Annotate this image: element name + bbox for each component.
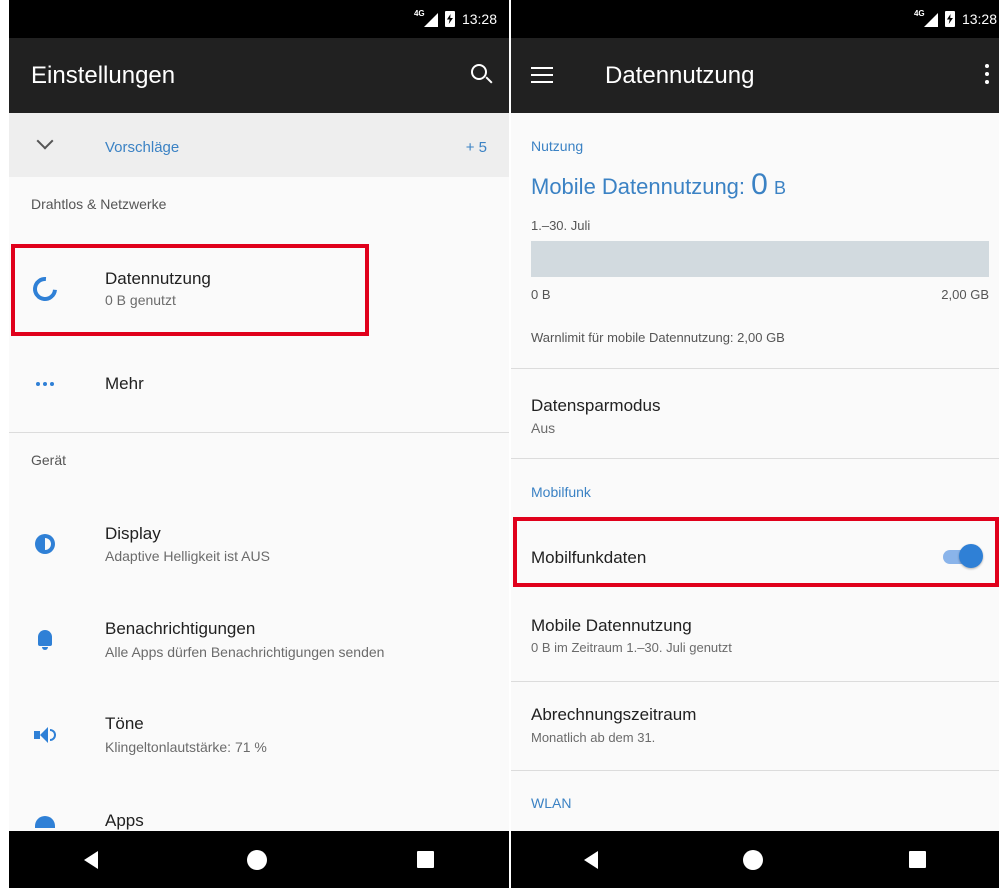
settings-item-apps[interactable]: Apps bbox=[9, 796, 509, 832]
battery-icon bbox=[944, 11, 955, 27]
section-usage: Nutzung bbox=[531, 138, 584, 154]
page-title: Einstellungen bbox=[31, 61, 176, 89]
divider bbox=[9, 432, 509, 433]
overflow-menu-icon[interactable] bbox=[985, 64, 989, 84]
data-usage-screen: 4G 13:28 Datennutzung Nutzung Mobile Dat… bbox=[511, 0, 999, 888]
chevron-down-icon bbox=[36, 132, 54, 150]
settings-item-sounds[interactable]: Töne Klingeltonlautstärke: 71 % bbox=[9, 698, 509, 788]
recents-icon[interactable] bbox=[909, 851, 927, 868]
home-icon[interactable] bbox=[743, 849, 764, 870]
mobile-usage-item[interactable]: Mobile Datennutzung 0 B im Zeitraum 1.–3… bbox=[511, 596, 999, 680]
highlight-box bbox=[513, 517, 999, 587]
settings-screen: 4G 13:28 Einstellungen Vorschläge + 5 Dr… bbox=[9, 0, 509, 888]
suggestions-row[interactable]: Vorschläge + 5 bbox=[9, 113, 509, 177]
search-icon[interactable] bbox=[471, 64, 487, 80]
navigation-bar bbox=[9, 831, 509, 888]
settings-item-notifications[interactable]: Benachrichtigungen Alle Apps dürfen Bena… bbox=[9, 602, 509, 692]
usage-bar-max: 2,00 GB bbox=[941, 287, 989, 302]
signal-icon: 4G bbox=[914, 9, 938, 29]
item-subtitle: Adaptive Helligkeit ist AUS bbox=[105, 548, 270, 564]
back-icon[interactable] bbox=[83, 850, 98, 869]
home-icon[interactable] bbox=[247, 849, 268, 870]
usage-warning: Warnlimit für mobile Datennutzung: 2,00 … bbox=[531, 330, 785, 345]
settings-item-more[interactable]: Mehr bbox=[9, 352, 509, 430]
item-subtitle: Monatlich ab dem 31. bbox=[531, 730, 656, 745]
display-icon bbox=[31, 530, 59, 558]
android-icon bbox=[31, 804, 59, 832]
section-wireless: Drahtlos & Netzwerke bbox=[31, 196, 167, 212]
section-wlan: WLAN bbox=[531, 795, 572, 811]
usage-bar-min: 0 B bbox=[531, 287, 551, 302]
speaker-icon bbox=[31, 721, 59, 749]
item-title: Töne bbox=[105, 714, 144, 733]
item-title: Abrechnungszeitraum bbox=[531, 705, 697, 724]
data-saver-item[interactable]: Datensparmodus Aus bbox=[511, 370, 999, 458]
page-title: Datennutzung bbox=[605, 61, 755, 89]
item-title: Display bbox=[105, 524, 161, 543]
navigation-bar bbox=[511, 831, 999, 888]
usage-bar bbox=[531, 241, 989, 277]
usage-amount: 0 bbox=[751, 168, 768, 201]
usage-summary: Mobile Datennutzung: 0 B bbox=[531, 168, 786, 202]
item-subtitle: Aus bbox=[531, 420, 556, 436]
usage-period: 1.–30. Juli bbox=[531, 218, 591, 233]
more-dots-icon bbox=[31, 370, 59, 398]
item-title: Datensparmodus bbox=[531, 396, 661, 415]
status-bar: 4G 13:28 bbox=[9, 0, 509, 38]
highlight-box bbox=[11, 244, 369, 336]
suggestions-count: + 5 bbox=[465, 139, 487, 156]
item-subtitle: Klingeltonlautstärke: 71 % bbox=[105, 739, 267, 755]
item-subtitle: 0 B im Zeitraum 1.–30. Juli genutzt bbox=[531, 640, 732, 655]
status-bar: 4G 13:28 bbox=[511, 0, 999, 38]
status-time: 13:28 bbox=[461, 11, 497, 27]
recents-icon[interactable] bbox=[417, 851, 435, 868]
battery-icon bbox=[444, 11, 455, 27]
settings-item-display[interactable]: Display Adaptive Helligkeit ist AUS bbox=[9, 506, 509, 596]
signal-icon: 4G bbox=[414, 9, 438, 29]
divider bbox=[511, 368, 999, 369]
item-title: Apps bbox=[105, 811, 144, 830]
menu-icon[interactable] bbox=[531, 67, 553, 83]
app-bar: Datennutzung bbox=[511, 38, 999, 113]
app-bar: Einstellungen bbox=[9, 38, 509, 113]
billing-cycle-item[interactable]: Abrechnungszeitraum Monatlich ab dem 31. bbox=[511, 682, 999, 770]
suggestions-label: Vorschläge bbox=[105, 139, 180, 156]
usage-unit: B bbox=[773, 178, 786, 198]
divider bbox=[511, 770, 999, 771]
item-title: Mobile Datennutzung bbox=[531, 616, 692, 635]
back-icon[interactable] bbox=[583, 850, 598, 869]
section-device: Gerät bbox=[31, 452, 67, 468]
item-title: Mehr bbox=[105, 374, 144, 393]
item-title: Benachrichtigungen bbox=[105, 619, 256, 638]
usage-label: Mobile Datennutzung: bbox=[531, 174, 752, 199]
section-mobile: Mobilfunk bbox=[531, 484, 591, 500]
status-time: 13:28 bbox=[961, 11, 997, 27]
divider bbox=[511, 458, 999, 459]
bell-icon bbox=[31, 624, 59, 652]
item-subtitle: Alle Apps dürfen Benachrichtigungen send… bbox=[105, 644, 385, 660]
